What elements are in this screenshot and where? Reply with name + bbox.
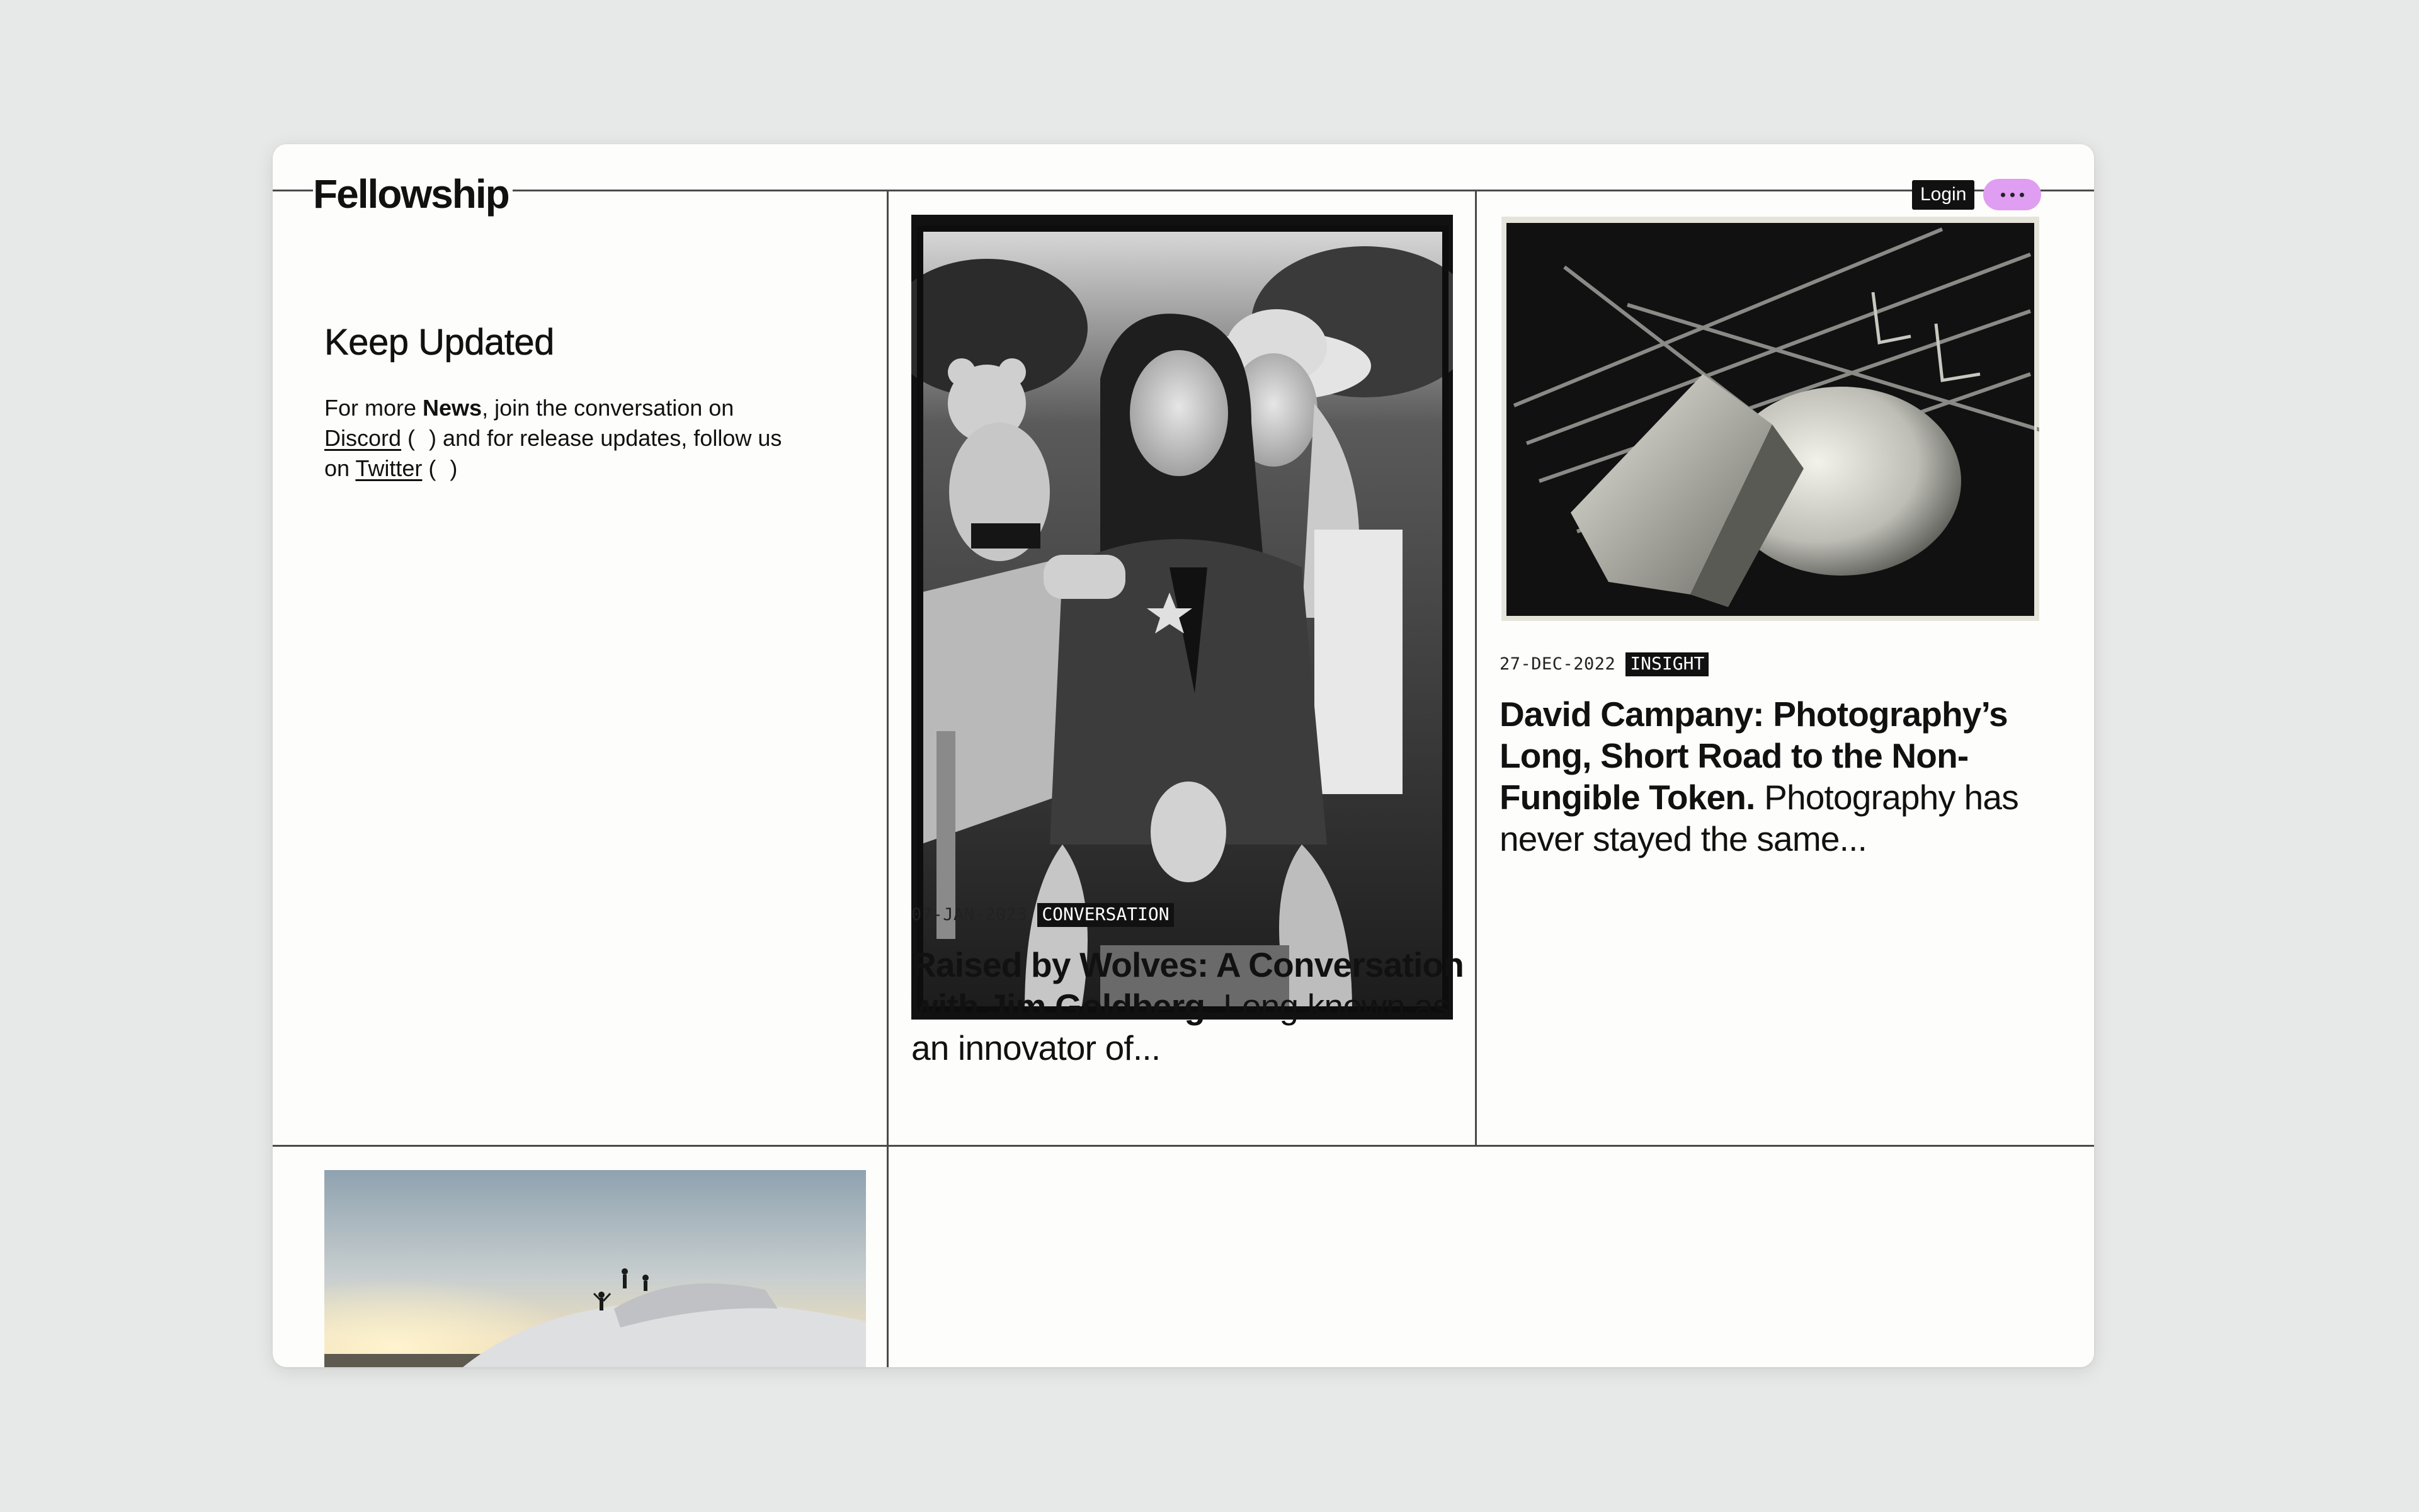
- keep-updated-text: For more News, join the conversation on …: [324, 395, 782, 481]
- menu-dot: [2010, 192, 2015, 197]
- article-2-tag[interactable]: INSIGHT: [1625, 652, 1709, 676]
- external-link-icon[interactable]: [415, 433, 429, 446]
- menu-dot: [2019, 192, 2024, 197]
- grid-line-middle: [273, 1145, 2094, 1147]
- more-dots-icon[interactable]: [1983, 179, 2041, 210]
- keep-text-after-news: , join the conversation on: [482, 395, 734, 421]
- article-2-meta: 27-DEC-2022 INSIGHT: [1500, 652, 1709, 676]
- external-link-icon[interactable]: [436, 463, 450, 477]
- article-2-date: 27-DEC-2022: [1500, 654, 1616, 674]
- news-word: News: [423, 395, 482, 421]
- grid-line-col-1: [887, 190, 889, 1367]
- article-2-image[interactable]: [1501, 217, 2039, 621]
- grid-line-top: [273, 190, 2094, 191]
- photo-abstract-shapes: [1501, 217, 2039, 621]
- discord-link[interactable]: Discord: [324, 425, 401, 451]
- menu-dot: [2000, 192, 2005, 197]
- article-1-image[interactable]: [911, 215, 1453, 1020]
- twitter-link[interactable]: Twitter: [355, 455, 422, 481]
- article-1-tag[interactable]: CONVERSATION: [1037, 903, 1174, 927]
- login-button[interactable]: Login: [1912, 180, 1975, 210]
- keep-updated-heading: Keep Updated: [324, 322, 555, 363]
- article-1-meta: 07-JAN-2023 CONVERSATION: [911, 903, 1174, 927]
- grid-line-col-2: [1475, 190, 1477, 1145]
- photo-two-girls: [911, 215, 1453, 1020]
- photo-dome-landscape: [324, 1170, 866, 1367]
- browser-window: Fellowship Login Keep Updated For more N…: [273, 144, 2094, 1367]
- article-1-date: 07-JAN-2023: [911, 905, 1028, 925]
- keep-text-prefix: For more: [324, 395, 423, 421]
- article-2-title[interactable]: David Campany: Photography’s Long, Short…: [1500, 693, 2054, 860]
- site-logo[interactable]: Fellowship: [313, 172, 513, 216]
- article-3-image[interactable]: [324, 1170, 866, 1367]
- article-1-title[interactable]: Raised by Wolves: A Conversation with Ji…: [911, 944, 1466, 1069]
